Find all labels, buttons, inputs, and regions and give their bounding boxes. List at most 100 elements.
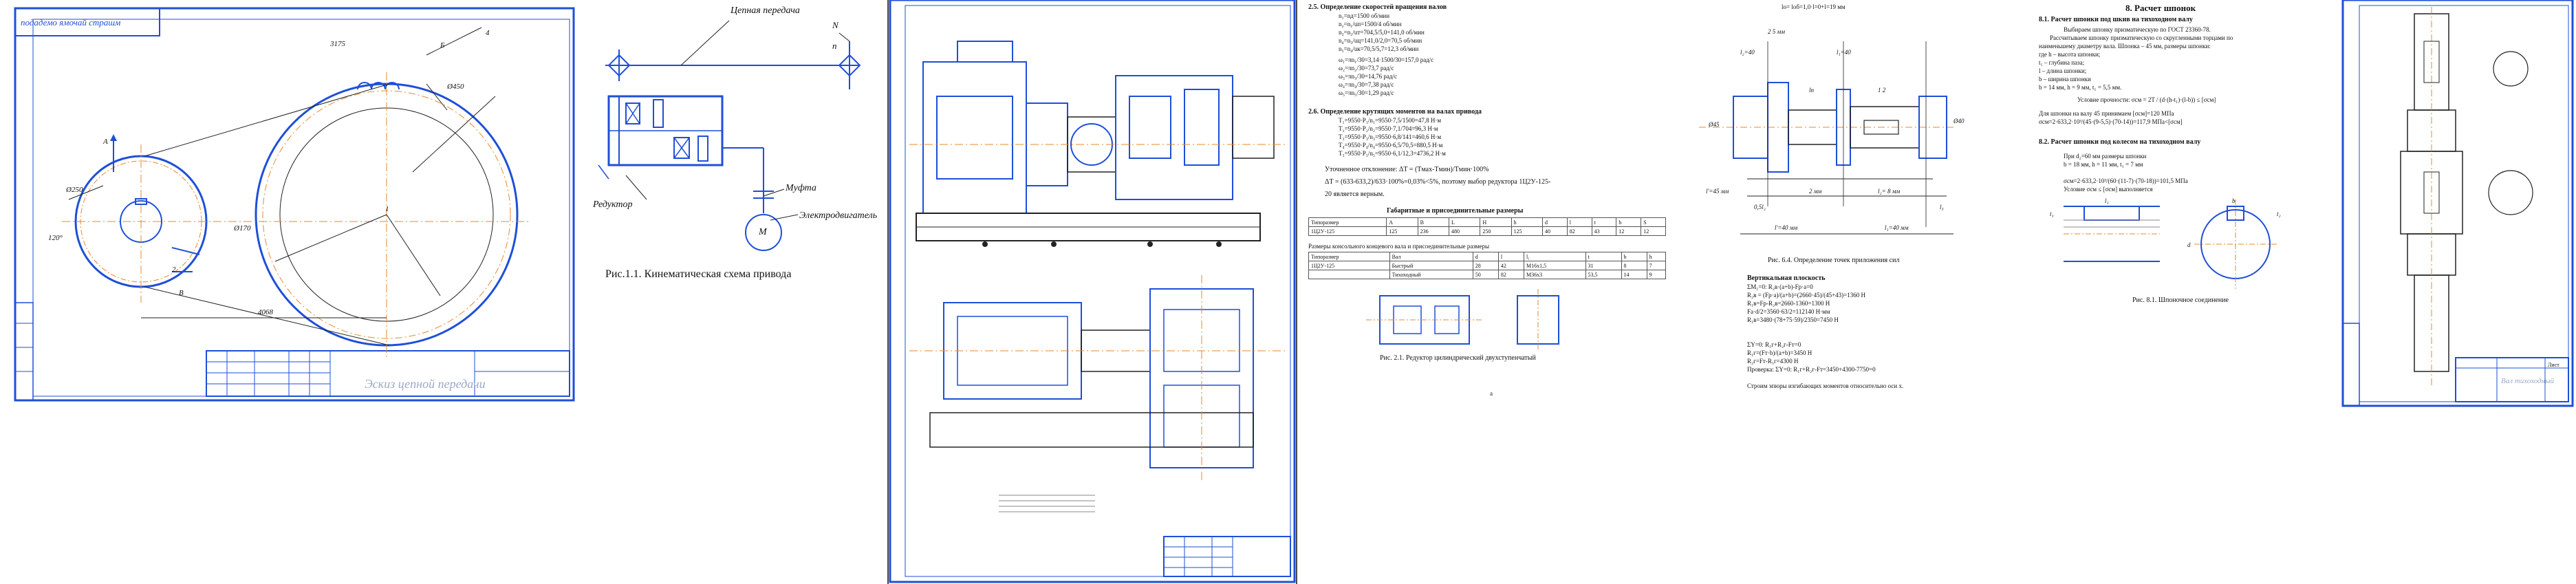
table-cell: h — [1646, 252, 1667, 261]
label-coupling: Муфта — [786, 183, 816, 193]
dim-label: Ø45 — [1709, 121, 1720, 128]
dim-label: 1 2 — [1878, 87, 1886, 94]
label-motor: Электродвигатель — [799, 210, 878, 221]
check-line: 20 является верным. — [1325, 191, 1385, 198]
dim-label: l₁=40 — [1837, 49, 1851, 56]
table-cell: b — [1616, 217, 1642, 227]
label-p: n — [832, 41, 837, 51]
table-cell: Типоразмер — [1308, 217, 1387, 227]
sheet-stamp: Лист — [2548, 362, 2559, 368]
formula-line: n₂=n₁/uп=1500/4 об/мин — [1339, 21, 1402, 28]
figure-caption: Рис. 6.4. Определение точек приложения с… — [1768, 257, 1900, 264]
text-line: σсм=2·633,2·10³/(60·(11-7)·(70-18))=101,… — [2064, 177, 2188, 184]
table-row: 1Ц2У-125 125 236 480 250 125 40 82 43 12… — [1308, 226, 1666, 236]
sheet-output-shaft: Вал тихоходный Лист — [2339, 0, 2576, 584]
text-line: наименьшему диаметру вала. Шпонка – 45 м… — [2039, 43, 2211, 50]
page-separator — [887, 0, 889, 584]
table-cell: 250 — [1480, 226, 1512, 236]
dim-label: 0,5l₂ — [1754, 204, 1766, 210]
table-title: Габаритные и присоединительные размеры — [1387, 207, 1524, 215]
chain-sketch-drawing — [14, 7, 575, 402]
check-line: Уточненное отклонение: ΔT = (Tмах-Tмин)/… — [1325, 166, 1489, 173]
section-heading: 2.5. Определение скоростей вращения вало… — [1308, 3, 1447, 11]
table-cell: d — [1542, 217, 1568, 227]
dim-label: l'=45 мм — [1706, 188, 1729, 195]
formula-line: n₁=nд=1500 об/мин — [1339, 12, 1390, 19]
keys-title: 8. Расчет шпонок — [2125, 3, 2196, 13]
label-n: N — [832, 20, 838, 30]
table-cell: 42 — [1497, 261, 1525, 270]
dim-label: Ø170 — [234, 224, 251, 232]
table-cell: b — [1621, 252, 1647, 261]
text-line: Рассчитываем шпонку призматическую со ск… — [2050, 34, 2233, 41]
table-cell: 1Ц2У-125 — [1308, 226, 1387, 236]
doc-calculation-page: 2.5. Определение скоростей вращения вало… — [1297, 0, 1678, 584]
formula-line: T₁=9550·P₁/n₁=9550·7,5/1500=47,8 Н·м — [1339, 117, 1442, 124]
table-cell: 12 — [1641, 226, 1666, 236]
assembly-drawing — [889, 0, 1296, 583]
label-reducer: Редуктор — [593, 199, 633, 210]
table-cell: 31 — [1585, 261, 1622, 270]
table-cell: 82 — [1566, 226, 1592, 236]
calc-line: ΣY=0: R₁г+R₂г-Fт=0 — [1747, 341, 1801, 348]
table-header-row: Типоразмер A B L H h d l t b S — [1308, 217, 1666, 227]
table-cell: t — [1591, 217, 1617, 227]
dim-label: 4 — [486, 29, 490, 37]
page-mark: a — [1490, 390, 1493, 397]
text-line: l – длина шпонки; — [2039, 67, 2087, 74]
shaft-end-table: Типоразмер Вал d l l₁ t b h 1Ц2У-125 Быс… — [1308, 252, 1667, 279]
dim-label: l₁=40 мм — [1885, 224, 1909, 231]
key-mark: b — [2232, 197, 2236, 204]
label-chain: Цепная передача — [730, 6, 800, 16]
table-cell: l — [1497, 252, 1525, 261]
calc-line: ΣM₁=0: R₂в·(a+b)-Fр·a=0 — [1747, 283, 1813, 290]
table-cell: A — [1386, 217, 1418, 227]
table-cell: 1Ц2У-125 — [1308, 261, 1390, 270]
dim-label: l₃ — [1940, 204, 1944, 210]
key-mark: l₁ — [2105, 197, 2109, 204]
page-separator — [1296, 0, 1297, 584]
formula-line: T₃=9550·P₃/n₃=9550·6,8/141=460,6 Н·м — [1339, 133, 1442, 140]
table-cell: 40 — [1542, 226, 1568, 236]
formula-line: T₅=9550·P₅/n₅=9550·6,1/12,3=4736,2 Н·м — [1339, 150, 1446, 157]
section-heading: Вертикальная плоскость — [1747, 274, 1826, 282]
calc-line: R₁г=(Fт·b)/(a+b)=3450 Н — [1747, 349, 1812, 356]
section-heading: 2.6. Определение крутящих моментов на ва… — [1308, 108, 1482, 116]
text-line: b = 14 мм, h = 9 мм, t₁ = 5,5 мм. — [2039, 84, 2122, 91]
dim-label: 2 5 мм — [1768, 28, 1785, 35]
key-mark: d — [2187, 241, 2191, 248]
doc-shaft-forces: lо= lоб=1,0·l=0+l=19 мм 2 5 мм l₂=40 l₁=… — [1678, 0, 2022, 584]
calc-line: R₂г=Fт-R₁г=4300 Н — [1747, 358, 1799, 365]
doc-keys-calculation: 8. Расчет шпонок 8.1. Расчет шпонки под … — [2022, 0, 2339, 584]
text-line: b = 18 мм, h = 11 мм, t₁ = 7 мм — [2064, 161, 2143, 168]
table-cell: 125 — [1511, 226, 1544, 236]
formula-line: n₅=n₄/uк=70,5/5,7=12,3 об/мин — [1339, 45, 1419, 52]
table-cell: Тихоходный — [1389, 270, 1473, 279]
table-cell: 8 — [1621, 261, 1647, 270]
calc-line: Для шпонки на валу 45 принимаем [σсм]=12… — [2039, 110, 2174, 117]
dim-label: 120° — [48, 234, 63, 242]
calc-line: R₁в=Fр-R₂в=2660-1360=1300 Н — [1747, 300, 1830, 307]
calc-line: Fа·d/2=3560·63/2=112140 Н·мм — [1747, 308, 1830, 315]
text-line: b – ширина шпонки — [2039, 76, 2091, 83]
calc-line: R₁в=3480·(78+75·59)/2350=7450 Н — [1747, 316, 1839, 323]
section-heading: 8.1. Расчет шпонки под шкив на тихоходно… — [2039, 16, 2193, 23]
formula-line: ω₄=πn₄/30=7,38 рад/с — [1339, 81, 1394, 88]
text-line: Условие σсм ≤ [σсм] выполняется — [2064, 186, 2153, 193]
sheet1-title: Эскиз цепной передачи — [365, 377, 486, 391]
text-line: где h – высота шпонки; — [2039, 51, 2101, 58]
calc-line: Проверка: ΣY=0: R₁г+R₂г-Fт=3450+4300-775… — [1747, 366, 1876, 373]
letter-mark: Б — [440, 41, 445, 50]
dim-label: l₂= 8 мм — [1878, 188, 1901, 195]
table-cell: 14 — [1621, 270, 1647, 279]
output-shaft-drawing — [2341, 0, 2574, 407]
formula-line: ω₂=πn₂/30=73,7 рад/с — [1339, 65, 1394, 72]
formula-line: ω₃=πn₃/30=14,76 рад/с — [1339, 73, 1397, 80]
table-cell: 480 — [1448, 226, 1481, 236]
table-header-row: Типоразмер Вал d l l₁ t b h — [1308, 252, 1667, 261]
formula-line: ω₁=πn₁/30=3,14·1500/30=157,0 рад/с — [1339, 56, 1434, 63]
kinematic-caption: Рис.1.1. Кинематическая схема привода — [605, 268, 792, 280]
table-row: Тихоходный 50 82 M36x3 53,5 14 9 — [1308, 270, 1667, 279]
table-cell: L — [1448, 217, 1481, 227]
calc-footer: Строим эпюры изгибающих моментов относит… — [1747, 382, 1904, 389]
